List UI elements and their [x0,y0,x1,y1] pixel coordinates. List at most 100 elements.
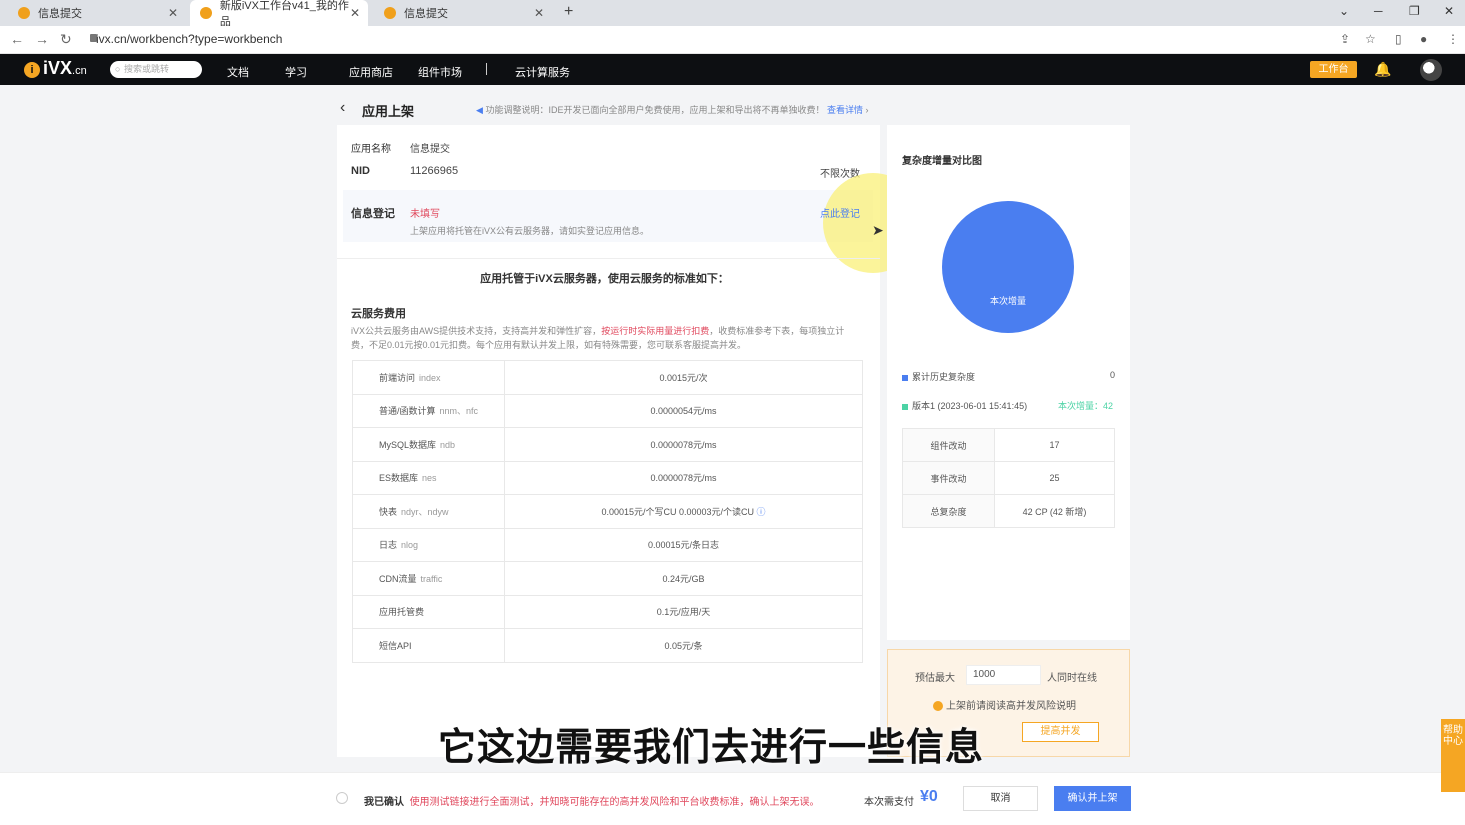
nav-app-store[interactable]: 应用商店 [349,64,393,80]
window-close-icon[interactable]: ✕ [1444,4,1454,18]
concurrency-warning[interactable]: 上架前请阅读高并发风险说明 [933,697,1076,712]
fee-name: CDN流量 [379,573,417,584]
fee-price: 0.00015元/条日志 [504,527,863,562]
table-row: 普通/函数计算 nnm、nfc 0.0000054元/ms [352,393,863,428]
fee-name: MySQL数据库 [379,439,437,450]
nav-learn[interactable]: 学习 [285,64,307,80]
search-input[interactable]: ○ 搜索或跳转 [110,61,202,78]
close-tab-icon[interactable]: ✕ [350,6,360,20]
confirm-checkbox[interactable] [336,792,348,804]
ivx-favicon-icon [384,7,396,19]
fee-code: ndyr、ndyw [401,506,449,517]
legend-item: 版本1 (2023-06-01 15:41:45) [902,399,1027,412]
cloud-fee-desc: iVX公共云服务由AWS提供技术支持，支持高并发和弹性扩容，按运行时实际用量进行… [351,326,845,350]
ivx-logo[interactable]: iVX.cn [43,58,87,79]
nav-divider [486,63,487,75]
sidebar-icon[interactable]: ▯ [1395,32,1402,46]
mouse-cursor-icon: ➤ [872,222,884,238]
back-chevron-icon[interactable]: ‹ [340,99,345,117]
concurrency-input[interactable]: 1000 [966,665,1041,685]
table-row: 事件改动 25 [902,461,1115,495]
fee-price: 0.0015元/次 [504,360,863,395]
speaker-icon: ◀ [476,105,483,115]
bell-icon[interactable]: 🔔 [1374,61,1391,78]
page-title: 应用上架 [362,104,415,119]
back-arrow-icon[interactable]: ← [10,31,24,47]
browser-tab[interactable]: 信息提交 ✕ [374,0,552,26]
fee-price: 0.00015元/个写CU 0.00003元/个读CU [601,506,755,517]
ivx-logo-icon[interactable]: i [24,62,40,78]
fee-code: ndb [440,439,456,450]
nav-docs[interactable]: 文档 [227,64,249,80]
app-header [0,54,1465,85]
bookmark-star-icon[interactable]: ☆ [1365,32,1376,46]
fee-code: nlog [401,540,419,551]
table-row: 应用托管费 0.1元/应用/天 [352,594,863,629]
help-circle-icon[interactable]: ⓘ [757,507,766,517]
fee-code: index [419,372,441,383]
nid-label: NID [351,165,370,177]
fee-code: nnm、nfc [439,406,479,417]
cancel-button[interactable]: 取消 [963,786,1038,811]
fee-name: 短信API [379,640,412,651]
close-tab-icon[interactable]: ✕ [168,6,178,20]
browser-menu-icon[interactable]: ⋮ [1447,32,1459,46]
notice-link[interactable]: 查看详情 [827,105,863,115]
nav-component-market[interactable]: 组件市场 [418,64,462,80]
warning-icon [933,701,943,712]
register-link[interactable]: 点此登记 [820,205,860,220]
new-tab-icon[interactable]: + [564,3,573,21]
cloud-headline: 应用托管于iVX云服务器，使用云服务的标准如下： [480,273,729,285]
fee-name: 普通/函数计算 [379,406,436,417]
fee-name: 前端访问 [379,372,416,383]
pie-label: 本次增量 [990,295,1026,306]
pay-amount: ¥0 [920,788,938,805]
table-row: MySQL数据库 ndb 0.0000078元/ms [352,427,863,462]
section-divider [337,258,880,259]
fee-price: 0.0000054元/ms [504,393,863,428]
reload-icon[interactable]: ↻ [60,31,72,48]
fee-price: 0.0000078元/ms [504,460,863,495]
url-field[interactable]: ivx.cn/workbench?type=workbench [96,32,282,46]
tab-list-icon[interactable]: ⌄ [1339,4,1349,18]
nid-value: 11266965 [410,165,459,177]
restore-icon[interactable]: ❐ [1409,4,1420,18]
fee-table: 前端访问 index 0.0015元/次 普通/函数计算 nnm、nfc 0.000… [352,360,863,663]
confirm-text: 我已确认 使用测试链接进行全面测试，并知晓可能存在的高并发风险和平台收费标准，确… [364,797,820,808]
ivx-favicon-icon [200,7,212,19]
forward-arrow-icon[interactable]: → [35,31,49,47]
help-center-tab[interactable]: 帮助中心 [1441,719,1465,792]
notice-text: 功能调整说明：IDE开发已面向全部用户免费使用，应用上架和导出将不再单独收费！ [485,105,825,115]
legend-value: 0 [1110,370,1116,380]
table-row: 快表 ndyr、ndyw 0.00015元/个写CU 0.00003元/个读CU … [352,494,863,529]
address-bar: ← → ↻ ivx.cn/workbench?type=workbench ⇪ … [0,26,1465,54]
minimize-icon[interactable]: ─ [1374,4,1383,18]
concurrency-suffix: 人同时在线 [1047,673,1097,684]
browser-tab-title: 信息提交 [404,8,448,20]
workbench-button[interactable]: 工作台 [1310,61,1357,78]
complexity-title: 复杂度增量对比图 [902,156,982,167]
cloud-fee-title: 云服务费用 [351,308,406,320]
profile-icon[interactable]: ● [1420,32,1427,46]
app-name-value: 信息提交 [410,144,450,155]
complexity-pie-chart: 本次增量 [942,201,1074,333]
search-placeholder: 搜索或跳转 [124,64,170,74]
register-status: 未填写 [410,209,440,220]
browser-tab[interactable]: 信息提交 ✕ [8,0,186,26]
table-row: ES数据库 nes 0.0000078元/ms [352,460,863,495]
nav-cloud-service[interactable]: 云计算服务 [515,64,570,80]
raise-concurrency-button[interactable]: 提高并发 [1022,722,1099,742]
share-icon[interactable]: ⇪ [1340,32,1350,46]
app-name-label: 应用名称 [351,144,391,155]
fee-price: 0.05元/条 [504,628,863,663]
close-tab-icon[interactable]: ✕ [534,6,544,20]
browser-tab-active[interactable]: 新版iVX工作台v41_我的作品 ✕ [190,0,368,28]
avatar[interactable] [1420,59,1442,81]
concurrency-prefix: 预估最大 [915,673,955,684]
ivx-favicon-icon [18,7,30,19]
confirm-publish-button[interactable]: 确认并上架 [1054,786,1131,811]
pay-label: 本次需支付 [864,797,914,808]
register-label: 信息登记 [351,208,395,220]
legend-swatch-blue [902,374,908,381]
table-row: 前端访问 index 0.0015元/次 [352,360,863,395]
